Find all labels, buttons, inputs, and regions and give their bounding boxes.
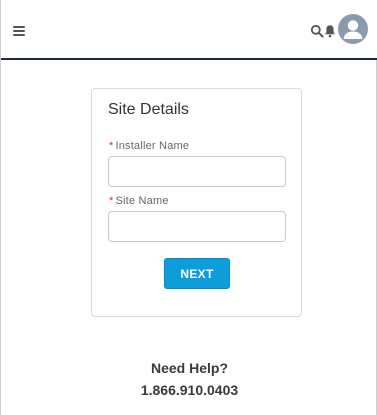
user-avatar-icon[interactable]: [338, 14, 368, 44]
site-name-label: * Site Name: [109, 195, 169, 207]
hamburger-icon[interactable]: [13, 26, 25, 36]
bell-icon[interactable]: [324, 24, 336, 38]
required-marker: *: [109, 195, 114, 207]
required-marker: *: [109, 140, 114, 152]
top-header: [1, 0, 377, 60]
app-frame: Site Details * Installer Name * Site Name …: [0, 0, 377, 415]
installer-name-label: * Installer Name: [109, 140, 189, 152]
search-icon[interactable]: [310, 24, 324, 38]
help-title: Need Help?: [150, 360, 228, 376]
site-details-card: Site Details * Installer Name * Site Name …: [91, 88, 302, 317]
site-name-input[interactable]: [108, 211, 286, 242]
help-phone-number[interactable]: 1.866.910.0403: [1, 382, 377, 398]
card-title: Site Details: [108, 101, 189, 118]
next-button[interactable]: NEXT: [164, 258, 230, 289]
site-name-label-text: Site Name: [115, 195, 169, 207]
installer-name-input[interactable]: [108, 156, 286, 187]
installer-name-label-text: Installer Name: [115, 140, 190, 152]
